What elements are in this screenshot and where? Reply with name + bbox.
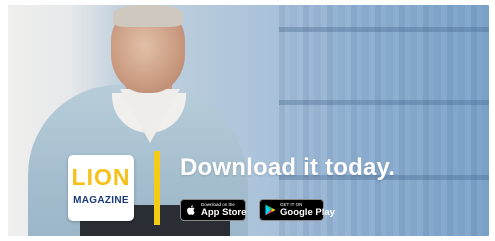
man-hair	[113, 5, 183, 27]
sweater-vneck	[120, 89, 180, 143]
promo-banner: LION MAGAZINE Download it today. Downloa…	[8, 5, 489, 236]
google-play-label: Google Play	[280, 207, 335, 218]
app-store-label: App Store	[201, 207, 247, 218]
logo-lion-text: LION	[71, 164, 131, 190]
logo-magazine-text: MAGAZINE	[73, 195, 129, 206]
app-store-button[interactable]: Download on the App Store	[180, 199, 246, 221]
headline: Download it today.	[180, 154, 396, 181]
shelf-divider	[279, 100, 489, 105]
accent-bar	[154, 151, 160, 225]
apple-icon	[186, 204, 197, 216]
shelf-divider	[279, 27, 489, 32]
google-play-button[interactable]: GET IT ON Google Play	[259, 199, 335, 221]
google-play-icon	[265, 204, 276, 216]
lion-magazine-logo: LION MAGAZINE	[68, 155, 134, 221]
